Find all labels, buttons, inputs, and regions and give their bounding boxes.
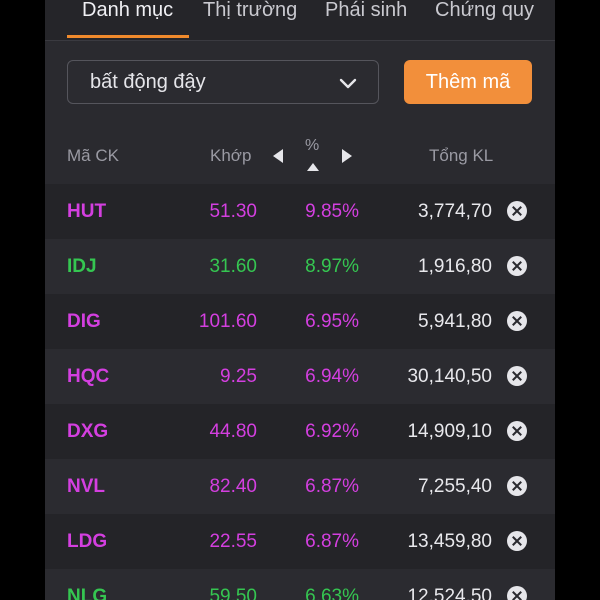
remove-icon[interactable] xyxy=(507,366,527,386)
tab-danh-muc[interactable]: Danh mục xyxy=(82,0,173,38)
tab-bar: Danh mục Thị trường Phái sinh Chứng quy xyxy=(45,0,555,41)
watchlist-select-value: bất động đậy xyxy=(90,71,206,93)
header-pct[interactable]: % xyxy=(305,137,319,155)
tab-chung-quyen[interactable]: Chứng quy xyxy=(435,0,534,38)
percent-change: 6.63% xyxy=(305,586,359,600)
remove-icon[interactable] xyxy=(507,586,527,600)
match-price: 22.55 xyxy=(209,531,257,552)
match-price: 9.25 xyxy=(220,366,257,387)
total-volume: 3,774,70 xyxy=(418,201,492,222)
percent-change: 8.97% xyxy=(305,256,359,277)
watchlist-panel: Danh mục Thị trường Phái sinh Chứng quy … xyxy=(45,0,555,600)
percent-change: 6.87% xyxy=(305,531,359,552)
watchlist-select[interactable]: bất động đậy xyxy=(67,60,379,104)
total-volume: 13,459,80 xyxy=(407,531,492,552)
active-tab-indicator xyxy=(67,35,189,38)
remove-icon[interactable] xyxy=(507,421,527,441)
stock-code[interactable]: DXG xyxy=(67,421,108,443)
table-row[interactable]: NVL 82.40 6.87% 7,255,40 xyxy=(45,459,555,514)
remove-icon[interactable] xyxy=(507,476,527,496)
table-row[interactable]: DIG 101.60 6.95% 5,941,80 xyxy=(45,294,555,349)
header-code[interactable]: Mã CK xyxy=(67,146,119,166)
match-price: 101.60 xyxy=(198,311,257,332)
remove-icon[interactable] xyxy=(507,531,527,551)
match-price: 59.50 xyxy=(209,586,257,600)
stock-code[interactable]: NVL xyxy=(67,476,105,498)
total-volume: 30,140,50 xyxy=(407,366,492,387)
percent-change: 6.94% xyxy=(305,366,359,387)
total-volume: 7,255,40 xyxy=(418,476,492,497)
match-price: 82.40 xyxy=(209,476,257,497)
match-price: 31.60 xyxy=(209,256,257,277)
chevron-down-icon xyxy=(339,78,357,89)
table-row[interactable]: NLG 59.50 6.63% 12,524,50 xyxy=(45,569,555,600)
percent-change: 9.85% xyxy=(305,201,359,222)
total-volume: 12,524,50 xyxy=(407,586,492,600)
remove-icon[interactable] xyxy=(507,256,527,276)
table-row[interactable]: DXG 44.80 6.92% 14,909,10 xyxy=(45,404,555,459)
match-price: 51.30 xyxy=(209,201,257,222)
sort-asc-icon[interactable] xyxy=(307,163,319,171)
total-volume: 5,941,80 xyxy=(418,311,492,332)
table-row[interactable]: LDG 22.55 6.87% 13,459,80 xyxy=(45,514,555,569)
stock-code[interactable]: DIG xyxy=(67,311,101,333)
tab-phai-sinh[interactable]: Phái sinh xyxy=(325,0,407,38)
stock-code[interactable]: HUT xyxy=(67,201,106,223)
total-volume: 14,909,10 xyxy=(407,421,492,442)
table-row[interactable]: IDJ 31.60 8.97% 1,916,80 xyxy=(45,239,555,294)
total-volume: 1,916,80 xyxy=(418,256,492,277)
remove-icon[interactable] xyxy=(507,311,527,331)
percent-change: 6.87% xyxy=(305,476,359,497)
header-price[interactable]: Khớp xyxy=(210,146,251,166)
scroll-columns-left-icon[interactable] xyxy=(273,149,283,163)
remove-icon[interactable] xyxy=(507,201,527,221)
stock-code[interactable]: LDG xyxy=(67,531,107,553)
stock-code[interactable]: NLG xyxy=(67,586,107,600)
scroll-columns-right-icon[interactable] xyxy=(342,149,352,163)
stock-code[interactable]: HQC xyxy=(67,366,109,388)
tab-thi-truong[interactable]: Thị trường xyxy=(203,0,297,38)
add-symbol-button[interactable]: Thêm mã xyxy=(404,60,532,104)
table-row[interactable]: HQC 9.25 6.94% 30,140,50 xyxy=(45,349,555,404)
percent-change: 6.92% xyxy=(305,421,359,442)
match-price: 44.80 xyxy=(209,421,257,442)
header-volume[interactable]: Tổng KL xyxy=(429,146,493,166)
table-header: Mã CK Khớp % Tổng KL xyxy=(45,128,555,184)
table-row[interactable]: HUT 51.30 9.85% 3,774,70 xyxy=(45,184,555,239)
percent-change: 6.95% xyxy=(305,311,359,332)
stock-code[interactable]: IDJ xyxy=(67,256,97,278)
